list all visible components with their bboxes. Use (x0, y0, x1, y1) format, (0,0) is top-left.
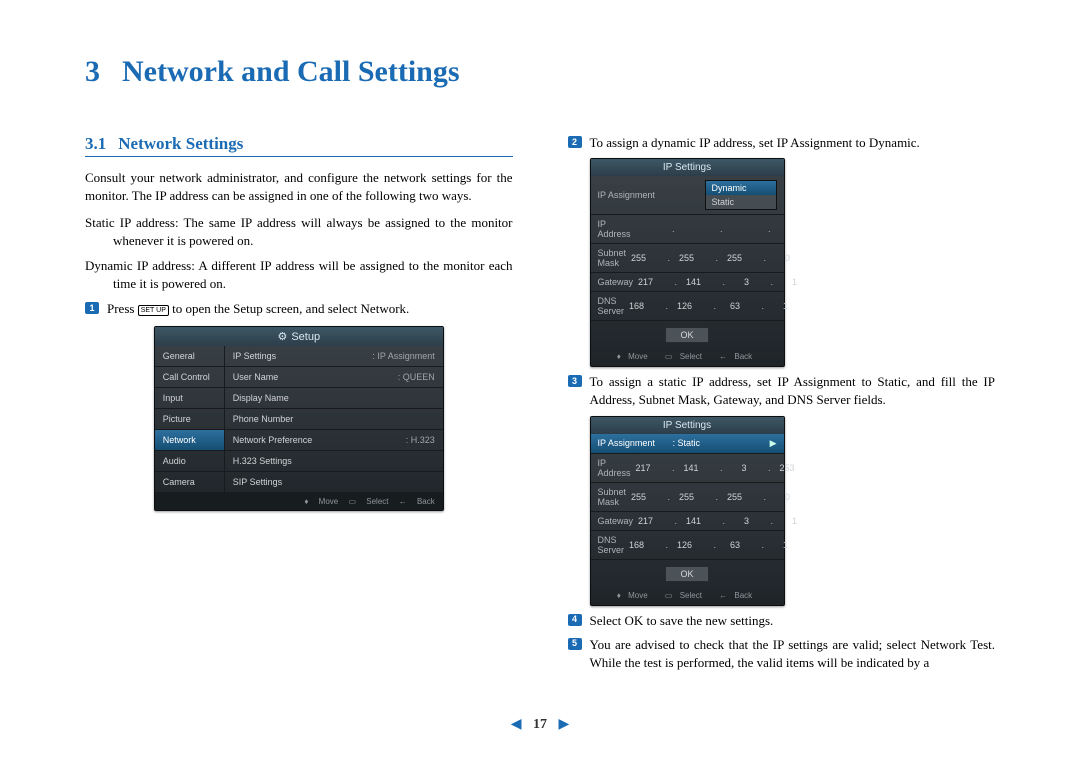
intro-text: Consult your network administrator, and … (85, 169, 513, 204)
osd-nav-item: General (155, 346, 224, 367)
osd-nav-item-selected: Network (155, 430, 224, 451)
next-page-icon[interactable]: ▶ (559, 717, 570, 732)
osd-setup-screenshot: ⚙Setup General Call Control Input Pictur… (154, 326, 444, 511)
step-badge-2: 2 (568, 136, 582, 148)
osd-footer: ♦ Move ▭ Select ← Back (591, 349, 784, 366)
step-2: 2 To assign a dynamic IP address, set IP… (568, 134, 996, 152)
step-4-text: Select OK to save the new settings. (590, 613, 774, 628)
osd-row-ip-assignment-selected: IP Assignment : Static ▶ (591, 434, 784, 454)
step-badge-3: 3 (568, 375, 582, 387)
osd-ip-title: IP Settings (591, 417, 784, 434)
osd-nav-item: Picture (155, 409, 224, 430)
osd-ok-button: OK (665, 566, 709, 582)
prev-page-icon[interactable]: ◀ (511, 717, 522, 732)
step-badge-4: 4 (568, 614, 582, 626)
section-title: Network Settings (118, 134, 243, 153)
osd-dropdown-option-selected: Dynamic (706, 181, 776, 195)
section-number: 3.1 (85, 134, 106, 153)
osd-nav-item: Audio (155, 451, 224, 472)
arrow-right-icon: ▶ (770, 438, 777, 449)
osd-dropdown: Dynamic Static (705, 180, 777, 210)
step-3: 3 To assign a static IP address, set IP … (568, 373, 996, 409)
gear-icon: ⚙ (277, 331, 287, 343)
osd-setup-content: IP Settings: IP Assignment User Name: QU… (225, 346, 443, 493)
step-5: 5 You are advised to check that the IP s… (568, 636, 996, 672)
page-nav: ◀ 17 ▶ (0, 716, 1080, 733)
def-dynamic: Dynamic IP address: A different IP addre… (85, 257, 513, 292)
osd-ip-title: IP Settings (591, 159, 784, 176)
osd-ip-dynamic-screenshot: IP Settings IP Assignment Dynamic Static… (590, 158, 785, 367)
def-static: Static IP address: The same IP address w… (85, 214, 513, 249)
osd-footer: ♦ Move ▭ Select ← Back (155, 493, 443, 510)
osd-nav-item: Camera (155, 472, 224, 493)
step-2-text: To assign a dynamic IP address, set IP A… (590, 135, 920, 150)
step-5-text: You are advised to check that the IP set… (590, 637, 996, 670)
osd-nav-item: Call Control (155, 367, 224, 388)
osd-ip-static-screenshot: IP Settings IP Assignment : Static ▶ IP … (590, 416, 785, 606)
step-1: 1 Press SET UP to open the Setup screen,… (85, 300, 513, 318)
step-4: 4 Select OK to save the new settings. (568, 612, 996, 630)
setup-key: SET UP (138, 305, 169, 316)
step-badge-5: 5 (568, 638, 582, 650)
step-badge-1: 1 (85, 302, 99, 314)
osd-row-ip-assignment: IP Assignment Dynamic Static (591, 176, 784, 215)
osd-setup-title: ⚙Setup (155, 327, 443, 346)
step-1-text-b: to open the Setup screen, and select Net… (169, 301, 409, 316)
section-heading: 3.1 Network Settings (85, 134, 513, 157)
chapter-heading: 3 Network and Call Settings (85, 55, 995, 89)
step-1-text-a: Press (107, 301, 138, 316)
osd-nav-item: Input (155, 388, 224, 409)
osd-setup-nav: General Call Control Input Picture Netwo… (155, 346, 225, 493)
osd-ok-button: OK (665, 327, 709, 343)
chapter-number: 3 (85, 55, 100, 88)
page-number: 17 (533, 717, 547, 732)
osd-footer: ♦ Move ▭ Select ← Back (591, 588, 784, 605)
step-3-text: To assign a static IP address, set IP As… (590, 374, 996, 407)
osd-dropdown-option: Static (706, 195, 776, 209)
chapter-title: Network and Call Settings (122, 55, 460, 88)
